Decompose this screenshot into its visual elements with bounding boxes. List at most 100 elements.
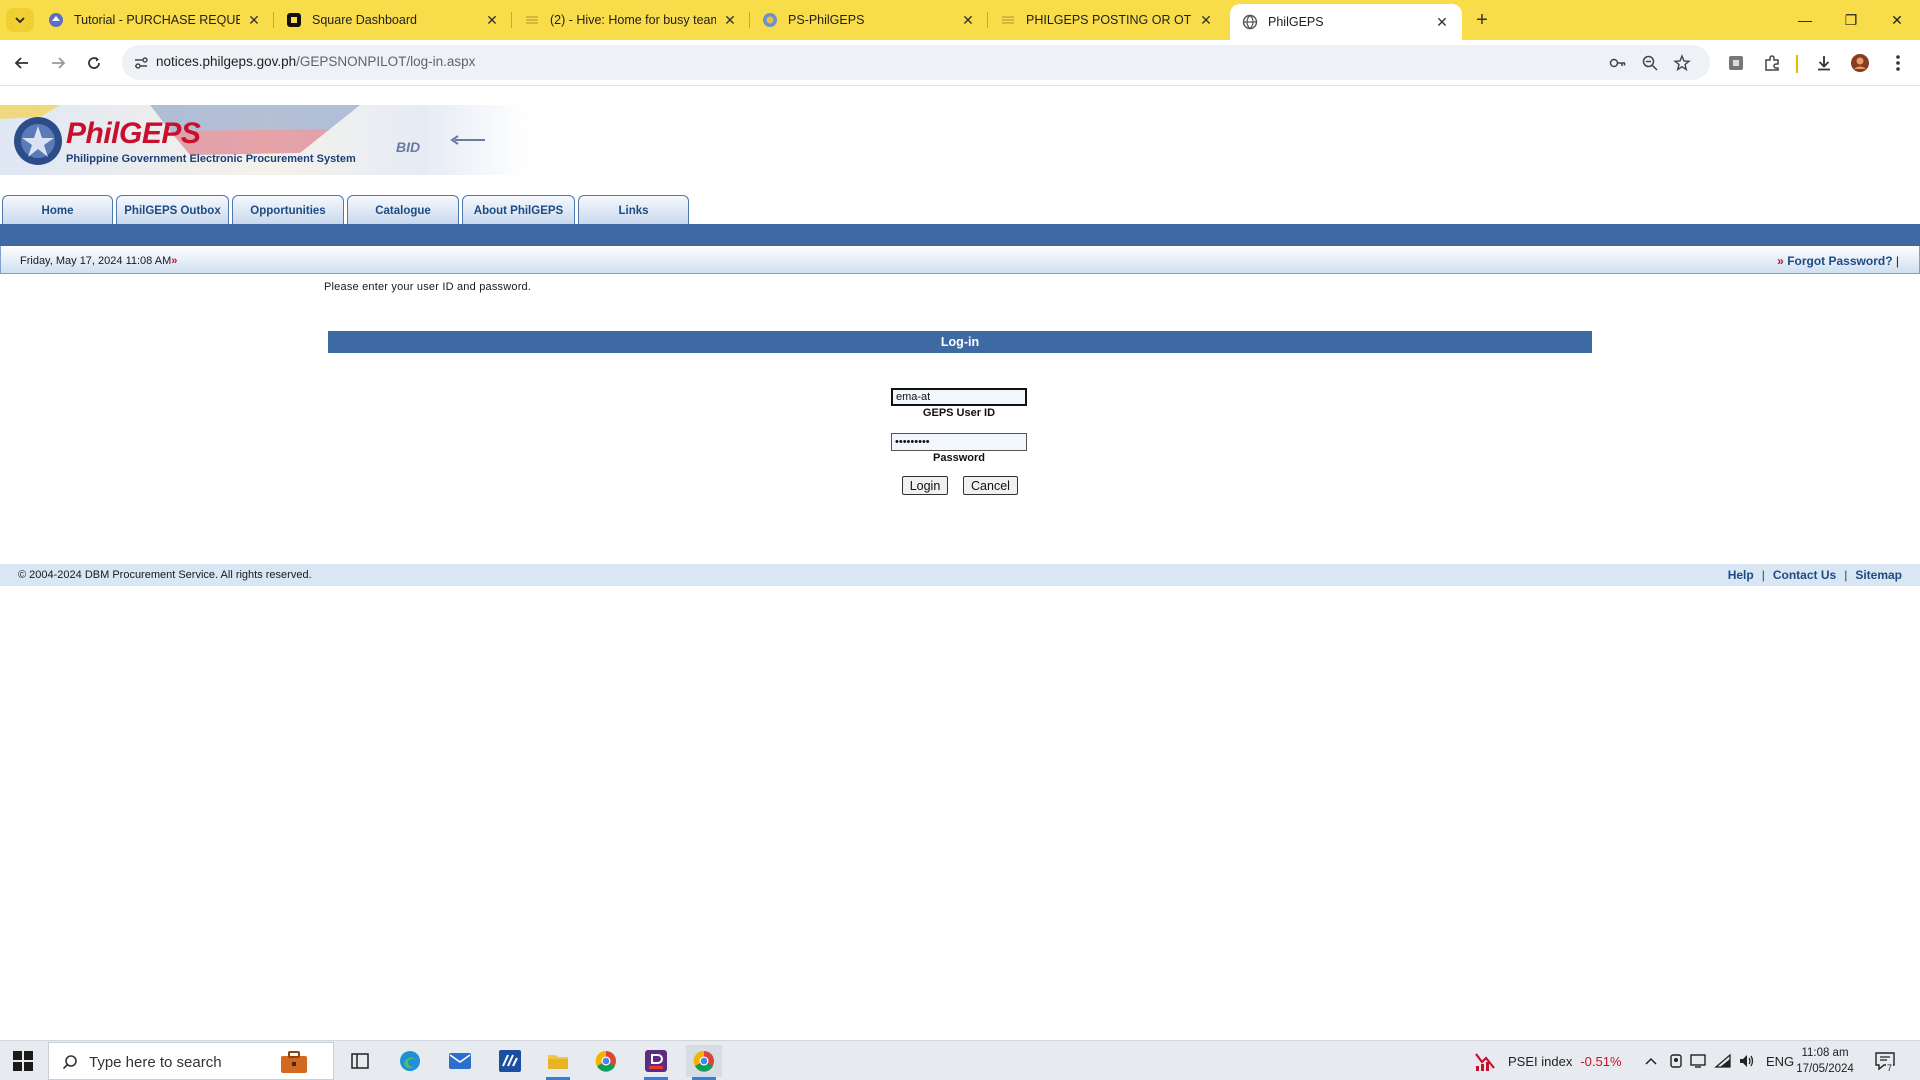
clock-time: 11:08 am	[1801, 1047, 1849, 1059]
philgeps-seal-logo	[14, 117, 62, 165]
key-icon[interactable]	[1608, 53, 1628, 73]
notification-center-button[interactable]: 7	[1874, 1041, 1896, 1080]
site-footer: © 2004-2024 DBM Procurement Service. All…	[0, 564, 1920, 586]
nav-tab-opportunities[interactable]: Opportunities	[232, 195, 344, 225]
close-icon[interactable]: ✕	[960, 12, 976, 28]
globe-icon	[1242, 14, 1258, 30]
nav-tab-about[interactable]: About PhilGEPS	[462, 195, 575, 225]
windows-taskbar: Type here to search PSEI index -0.51% EN…	[0, 1040, 1920, 1080]
arrow-right-icon	[52, 57, 66, 69]
help-link[interactable]: Help	[1720, 568, 1762, 582]
close-icon[interactable]: ✕	[1198, 12, 1214, 28]
minimize-button[interactable]: —	[1782, 0, 1828, 40]
briefcase-icon	[279, 1050, 309, 1074]
chrome-icon	[595, 1050, 616, 1072]
nav-tab-home[interactable]: Home	[2, 195, 113, 225]
taskbar-search-box[interactable]: Type here to search	[48, 1042, 334, 1080]
sitemap-link[interactable]: Sitemap	[1847, 568, 1902, 582]
chevron-down-icon	[15, 17, 25, 24]
site-banner: PhilGEPS Philippine Government Electroni…	[0, 105, 530, 175]
browser-tab-bar: Tutorial - PURCHASE REQUEST, ✕ Square Da…	[0, 0, 1920, 40]
browser-tab-4[interactable]: PS-PhilGEPS ✕	[750, 0, 988, 40]
square-logo-icon	[286, 12, 302, 28]
zoom-icon[interactable]	[1640, 53, 1660, 73]
tab-title: (2) - Hive: Home for busy team	[550, 13, 716, 27]
browser-tab-2[interactable]: Square Dashboard ✕	[274, 0, 512, 40]
logo-text: PhilGEPS	[66, 117, 201, 150]
search-placeholder: Type here to search	[89, 1054, 222, 1071]
tab-search-button[interactable]	[6, 8, 34, 32]
close-icon[interactable]: ✕	[1434, 14, 1450, 30]
nav-tab-outbox[interactable]: PhilGEPS Outbox	[116, 195, 229, 225]
login-header: Log-in	[328, 331, 1592, 353]
notification-count: 7	[1886, 1063, 1894, 1073]
nav-underline-bar	[0, 224, 1920, 246]
taskbar-chrome-active[interactable]	[686, 1045, 722, 1080]
edge-icon	[400, 1051, 420, 1071]
tab-title: Square Dashboard	[312, 13, 417, 27]
chrome-icon	[693, 1050, 714, 1072]
password-input[interactable]	[891, 433, 1027, 451]
more-menu-icon[interactable]	[1886, 51, 1910, 75]
tab-title: PS-PhilGEPS	[788, 13, 865, 27]
extension-app-icon[interactable]	[1724, 51, 1748, 75]
taskbar-mail[interactable]	[442, 1045, 478, 1077]
tab-title: PHILGEPS POSTING OR OTHER	[1026, 13, 1192, 27]
page-content: PhilGEPS Philippine Government Electroni…	[0, 87, 1920, 1039]
user-id-input[interactable]	[891, 388, 1027, 406]
profile-avatar[interactable]	[1848, 51, 1872, 75]
nav-tab-links[interactable]: Links	[578, 195, 689, 225]
tray-volume-icon[interactable]	[1738, 1041, 1756, 1080]
window-close-button[interactable]: ✕	[1874, 0, 1920, 40]
system-clock[interactable]: 11:08 am 17/05/2024	[1790, 1045, 1860, 1077]
taskbar-edge[interactable]	[392, 1045, 428, 1077]
pdf-app-icon	[645, 1050, 667, 1072]
browser-tab-3[interactable]: (2) - Hive: Home for busy team ✕	[512, 0, 750, 40]
new-tab-button[interactable]: +	[1470, 8, 1494, 32]
start-button[interactable]	[8, 1047, 38, 1075]
forward-button[interactable]	[44, 49, 72, 77]
task-view-button[interactable]	[342, 1045, 378, 1077]
taskbar-file-explorer[interactable]	[540, 1045, 576, 1080]
stock-label: PSEI index	[1508, 1053, 1573, 1069]
back-button[interactable]	[8, 49, 36, 77]
orange-bird-icon	[48, 12, 64, 28]
contact-us-link[interactable]: Contact Us	[1765, 568, 1844, 582]
address-bar[interactable]: notices.philgeps.gov.ph/GEPSNONPILOT/log…	[122, 45, 1710, 80]
browser-tab-5[interactable]: PHILGEPS POSTING OR OTHER ✕	[988, 0, 1226, 40]
tray-display-icon[interactable]	[1690, 1041, 1706, 1080]
shield-icon	[762, 12, 778, 28]
login-button[interactable]: Login	[902, 476, 948, 495]
task-view-icon	[351, 1053, 369, 1069]
taskbar-chrome[interactable]	[588, 1045, 624, 1077]
close-icon[interactable]: ✕	[246, 12, 262, 28]
current-date: Friday, May 17, 2024 11:08 AM»	[20, 255, 178, 267]
stock-widget[interactable]: PSEI index -0.51%	[1474, 1041, 1622, 1080]
browser-tab-1[interactable]: Tutorial - PURCHASE REQUEST, ✕	[36, 0, 274, 40]
download-icon[interactable]	[1812, 51, 1836, 75]
tray-network-icon[interactable]	[1714, 1041, 1732, 1080]
tray-meet-icon[interactable]	[1668, 1041, 1684, 1080]
close-icon[interactable]: ✕	[484, 12, 500, 28]
reload-button[interactable]	[80, 49, 108, 77]
stock-chart-icon	[1475, 1053, 1495, 1071]
copyright-text: © 2004-2024 DBM Procurement Service. All…	[18, 569, 312, 581]
site-info-icon[interactable]	[132, 54, 150, 72]
cancel-button[interactable]: Cancel	[963, 476, 1018, 495]
forgot-password-link[interactable]: » Forgot Password? |	[1777, 254, 1899, 268]
taskbar-app-va[interactable]	[492, 1045, 528, 1077]
taskbar-pdf-app[interactable]	[638, 1045, 674, 1080]
folder-icon	[548, 1055, 568, 1069]
browser-tab-active[interactable]: PhilGEPS ✕	[1230, 4, 1462, 40]
footer-links: Help | Contact Us | Sitemap	[1720, 568, 1902, 582]
bookmark-star-icon[interactable]	[1672, 53, 1692, 73]
close-icon[interactable]: ✕	[722, 12, 738, 28]
camera-icon	[1670, 1054, 1682, 1068]
browser-toolbar: notices.philgeps.gov.ph/GEPSNONPILOT/log…	[0, 40, 1920, 86]
restore-button[interactable]: ❐	[1828, 0, 1874, 40]
tab-title: Tutorial - PURCHASE REQUEST,	[74, 13, 240, 27]
nav-tab-catalogue[interactable]: Catalogue	[347, 195, 459, 225]
user-id-label: GEPS User ID	[922, 407, 996, 419]
tray-chevron[interactable]	[1644, 1041, 1658, 1080]
extensions-puzzle-icon[interactable]	[1760, 51, 1784, 75]
